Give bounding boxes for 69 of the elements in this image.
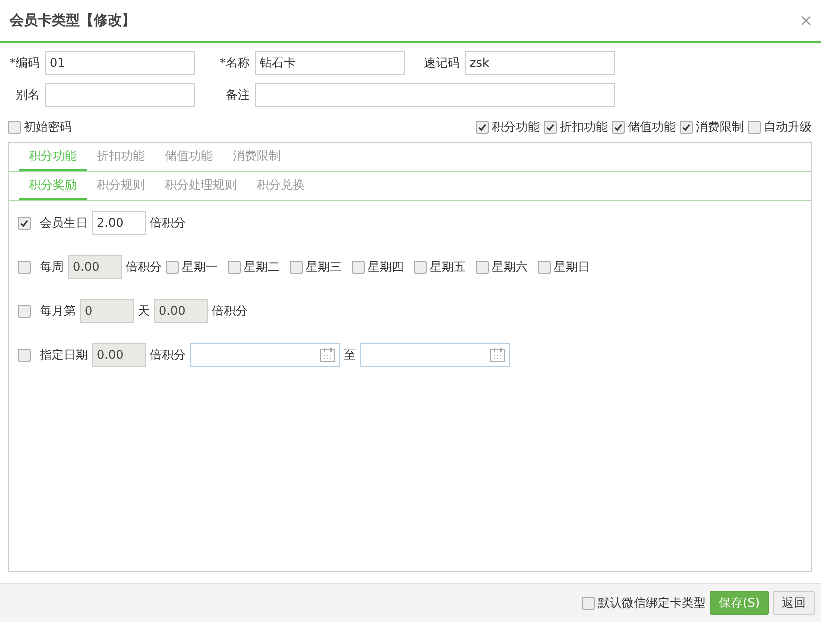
calendar-icon[interactable] (320, 347, 336, 363)
tab[interactable]: 积分处理规则 (155, 172, 247, 200)
unit-label: 倍积分 (150, 214, 186, 232)
checkbox-label: 星期二 (244, 258, 280, 276)
save-button[interactable]: 保存(S) (710, 591, 769, 615)
checkbox-label: 星期三 (306, 258, 342, 276)
unit-label: 倍积分 (212, 302, 248, 320)
close-button[interactable]: × (800, 11, 813, 30)
back-button[interactable]: 返回 (773, 591, 815, 615)
checkbox[interactable] (352, 260, 365, 274)
checkbox[interactable] (290, 260, 303, 274)
checkbox[interactable] (166, 260, 179, 274)
rule-label: 每月第 (40, 302, 76, 320)
tab[interactable]: 积分兑换 (247, 172, 315, 200)
checkbox-label: 星期一 (182, 258, 218, 276)
window-title: 会员卡类型【修改】 (10, 12, 136, 30)
checkbox-label: 初始密码 (24, 119, 72, 136)
checkbox-label: 自动升级 (764, 119, 812, 136)
field-label: *名称 (219, 54, 251, 72)
field-label: *编码 (9, 54, 41, 72)
number-field[interactable]: 2.00 (92, 211, 146, 235)
checkbox[interactable] (476, 121, 489, 134)
text-field[interactable]: 钻石卡 (255, 51, 405, 75)
calendar-icon[interactable] (490, 347, 506, 363)
checkbox[interactable] (748, 121, 761, 134)
checkbox[interactable] (18, 216, 31, 230)
checkbox[interactable] (414, 260, 427, 274)
rule-label: 每周 (40, 258, 64, 276)
checkbox-label: 积分功能 (492, 119, 540, 136)
checkbox-label: 星期六 (492, 258, 528, 276)
tab[interactable]: 储值功能 (155, 143, 223, 171)
checkbox-label: 星期四 (368, 258, 404, 276)
checkbox[interactable] (8, 121, 21, 134)
date-field[interactable] (190, 343, 340, 367)
checkbox[interactable] (538, 260, 551, 274)
field-label: 备注 (225, 86, 251, 104)
checkbox-label: 默认微信绑定卡类型 (598, 594, 706, 612)
tab[interactable]: 折扣功能 (87, 143, 155, 171)
unit-label: 至 (344, 346, 356, 364)
text-field[interactable] (45, 83, 195, 107)
checkbox-label: 星期日 (554, 258, 590, 276)
date-field[interactable] (360, 343, 510, 367)
tab[interactable]: 消费限制 (223, 143, 291, 171)
checkbox[interactable] (612, 121, 625, 134)
unit-label: 倍积分 (126, 258, 162, 276)
field-label: 速记码 (423, 54, 461, 72)
checkbox-label: 储值功能 (628, 119, 676, 136)
checkbox[interactable] (544, 121, 557, 134)
unit-label: 天 (138, 302, 150, 320)
checkbox[interactable] (476, 260, 489, 274)
unit-label: 倍积分 (150, 346, 186, 364)
checkbox-label: 消费限制 (696, 119, 744, 136)
checkbox[interactable] (582, 596, 596, 610)
checkbox-label: 星期五 (430, 258, 466, 276)
checkbox[interactable] (228, 260, 241, 274)
checkbox[interactable] (18, 304, 31, 318)
checkbox-label: 折扣功能 (560, 119, 608, 136)
checkbox[interactable] (680, 121, 693, 134)
field-label: 别名 (15, 86, 41, 104)
checkbox[interactable] (18, 260, 31, 274)
text-field[interactable]: 01 (45, 51, 195, 75)
rule-label: 会员生日 (40, 214, 88, 232)
tab[interactable]: 积分功能 (19, 143, 87, 171)
tab[interactable]: 积分奖励 (19, 172, 87, 200)
text-field[interactable] (255, 83, 615, 107)
tab[interactable]: 积分规则 (87, 172, 155, 200)
rule-label: 指定日期 (40, 346, 88, 364)
text-field[interactable]: zsk (465, 51, 615, 75)
checkbox[interactable] (18, 348, 31, 362)
